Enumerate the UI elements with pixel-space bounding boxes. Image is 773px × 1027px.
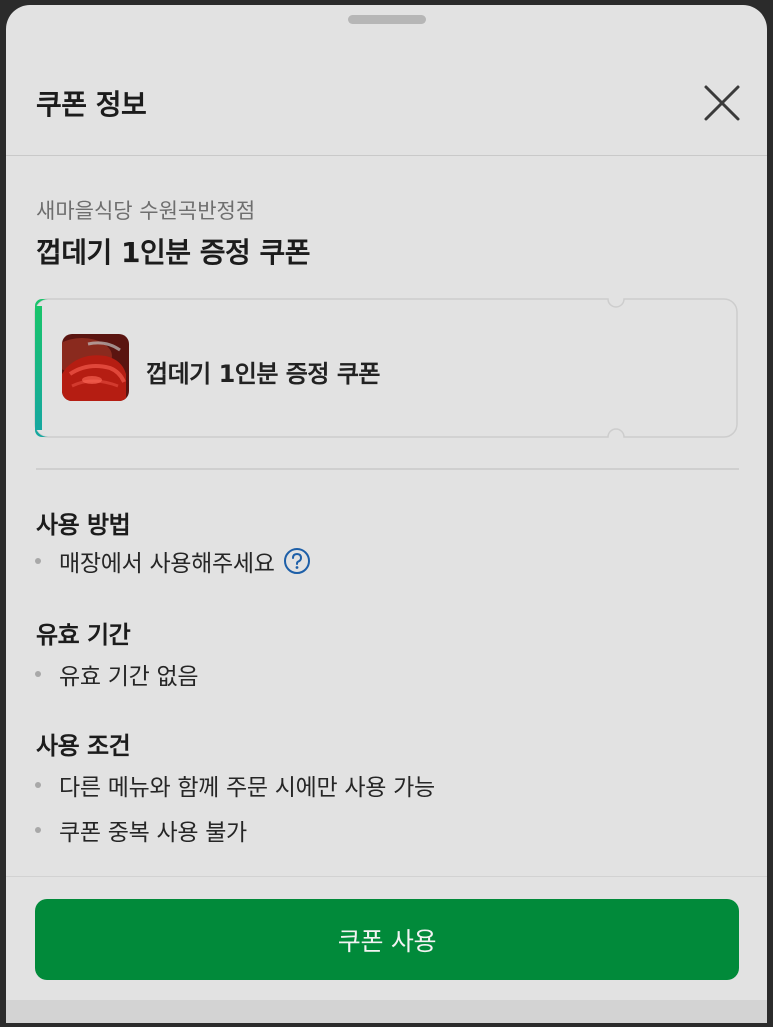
sheet-grabber[interactable] bbox=[348, 15, 426, 24]
close-icon bbox=[704, 85, 740, 121]
list-item: 다른 메뉴와 함께 주문 시에만 사용 가능 bbox=[32, 768, 435, 802]
coupon-info-sheet: 쿠폰 정보 새마을식당 수원곡반정점 껍데기 1인분 증정 쿠폰 껍데기 1인분… bbox=[6, 5, 767, 1023]
question-circle-icon[interactable] bbox=[283, 547, 311, 575]
coupon-thumbnail bbox=[62, 334, 129, 401]
usage-method-heading: 사용 방법 bbox=[36, 511, 131, 539]
page-title: 쿠폰 정보 bbox=[36, 88, 147, 121]
use-coupon-button[interactable]: 쿠폰 사용 bbox=[35, 899, 739, 980]
coupon-card-label: 껍데기 1인분 증정 쿠폰 bbox=[146, 360, 381, 388]
list-item: 쿠폰 중복 사용 불가 bbox=[32, 813, 247, 847]
header-divider bbox=[6, 155, 767, 156]
bullet-icon bbox=[35, 782, 41, 788]
coupon-card: 껍데기 1인분 증정 쿠폰 bbox=[34, 298, 738, 438]
footer-divider bbox=[6, 876, 767, 877]
list-item: 유효 기간 없음 bbox=[32, 657, 198, 691]
grilled-pork-skin-photo-icon bbox=[62, 334, 129, 401]
coupon-card-shape bbox=[34, 298, 738, 438]
bottom-safe-area bbox=[6, 1000, 767, 1023]
store-name: 새마을식당 수원곡반정점 bbox=[36, 199, 256, 223]
conditions-heading: 사용 조건 bbox=[36, 732, 131, 760]
validity-heading: 유효 기간 bbox=[36, 621, 131, 649]
close-button[interactable] bbox=[700, 81, 744, 125]
bullet-icon bbox=[35, 671, 41, 677]
coupon-title: 껍데기 1인분 증정 쿠폰 bbox=[36, 236, 311, 269]
bullet-icon bbox=[35, 827, 41, 833]
condition-text: 다른 메뉴와 함께 주문 시에만 사용 가능 bbox=[59, 775, 435, 801]
usage-method-text: 매장에서 사용해주세요 bbox=[59, 551, 275, 577]
bullet-icon bbox=[35, 558, 41, 564]
list-item: 매장에서 사용해주세요 bbox=[32, 544, 311, 578]
section-divider bbox=[36, 468, 739, 470]
condition-text: 쿠폰 중복 사용 불가 bbox=[59, 820, 247, 846]
validity-text: 유효 기간 없음 bbox=[59, 664, 199, 690]
